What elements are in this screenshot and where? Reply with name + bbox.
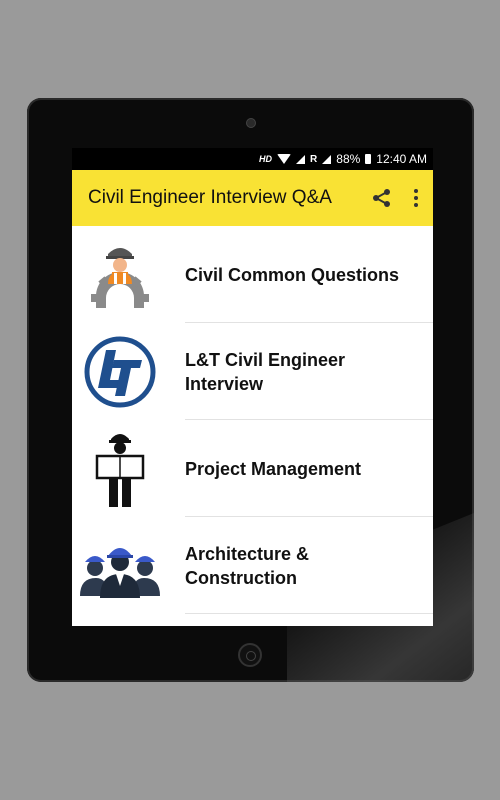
wifi-icon [277,154,292,164]
battery-icon [365,154,372,164]
list-item-label: L&T Civil Engineer Interview [185,349,346,394]
home-button[interactable] [238,643,262,667]
list-item[interactable]: L&T Civil Engineer Interview [72,323,433,420]
list-item[interactable]: Civil Common Questions [72,226,433,323]
more-vert-icon[interactable] [399,181,433,215]
engineer-gear-icon [72,226,168,323]
share-icon[interactable] [365,181,399,215]
clock: 12:40 AM [376,152,427,166]
team-helmets-icon [72,517,168,614]
signal-icon [322,154,332,164]
battery-percent: 88% [336,152,361,166]
app-title: Civil Engineer Interview Q&A [88,187,332,208]
lt-logo-icon [72,323,168,420]
worker-blueprint-icon [72,420,168,517]
app-screen: HD R 88% 12:40 AM Civil Engineer Intervi… [72,148,433,626]
roaming-indicator: R [310,153,318,165]
app-bar: Civil Engineer Interview Q&A [72,170,433,226]
list-item[interactable]: Architecture & Construction [72,517,433,614]
network-type: HD [259,154,273,164]
front-camera [246,118,256,128]
list-item-label: Project Management [185,458,362,479]
status-bar: HD R 88% 12:40 AM [72,148,433,170]
list-item-label: Civil Common Questions [185,264,400,285]
topic-list: Civil Common Questions L&T Civil Enginee… [72,226,433,614]
divider [185,613,433,614]
list-item-label: Architecture & Construction [185,543,310,588]
signal-icon [296,154,306,164]
list-item[interactable]: Project Management [72,420,433,517]
